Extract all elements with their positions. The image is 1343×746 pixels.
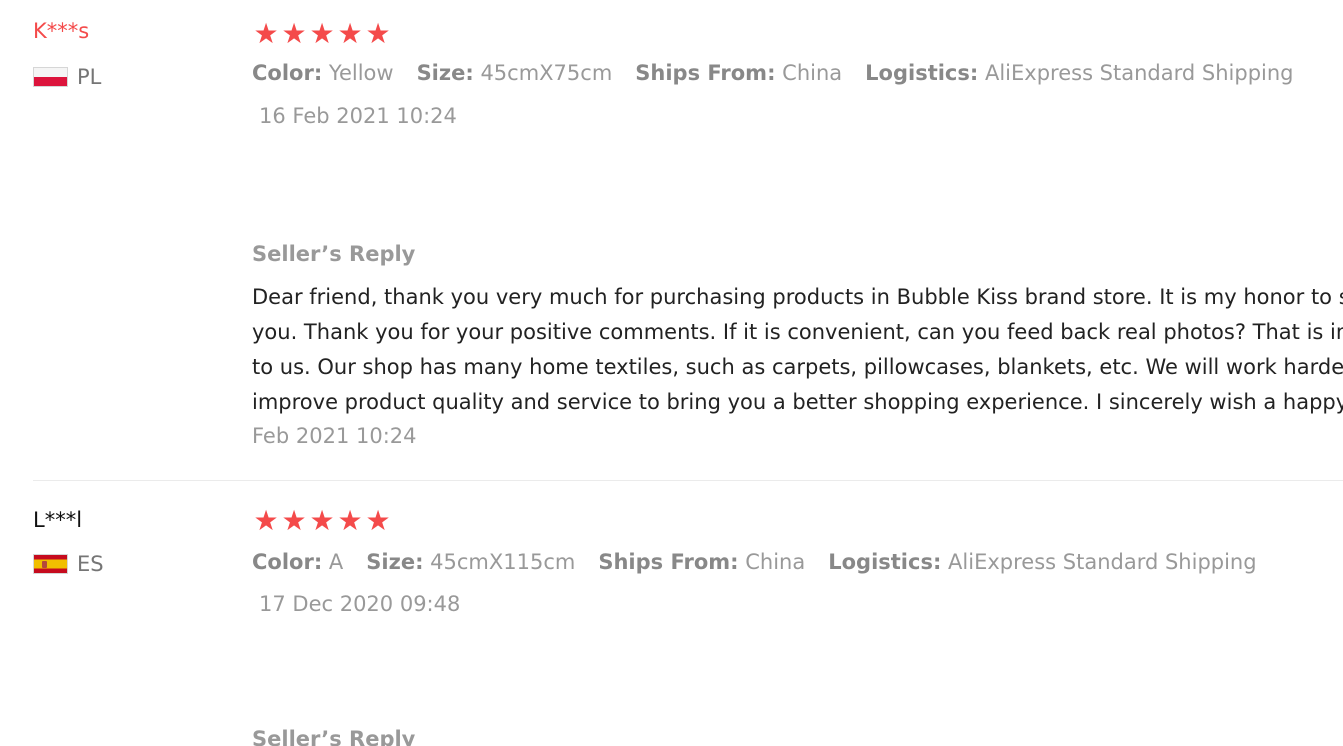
seller-reply-date: Feb 2021 10:24	[252, 424, 417, 448]
spain-flag-icon	[33, 554, 68, 574]
star-icon: ★	[309, 17, 335, 50]
reply-line: improve product quality and service to b…	[252, 390, 1343, 414]
country-code: ES	[77, 552, 104, 576]
review-date: 16 Feb 2021 10:24	[259, 104, 457, 128]
sku-logistics: Logistics: AliExpress Standard Shipping	[865, 58, 1293, 88]
star-icon: ★	[253, 17, 279, 50]
star-icon: ★	[365, 504, 391, 537]
sku-key: Ships From:	[598, 550, 739, 574]
sku-info: Color: A Size: 45cmX115cm Ships From: Ch…	[252, 547, 1280, 577]
star-icon: ★	[281, 504, 307, 537]
poland-flag-icon	[33, 67, 68, 87]
sku-key: Size:	[416, 61, 474, 85]
sku-key: Ships From:	[635, 61, 776, 85]
sku-logistics: Logistics: AliExpress Standard Shipping	[828, 547, 1256, 577]
star-rating: ★ ★ ★ ★ ★	[252, 20, 392, 48]
sku-value: A	[328, 550, 344, 574]
star-icon: ★	[281, 17, 307, 50]
sku-ships-from: Ships From: China	[598, 547, 805, 577]
seller-reply-title: Seller’s Reply	[252, 242, 416, 266]
sku-info: Color: Yellow Size: 45cmX75cm Ships From…	[252, 58, 1317, 88]
star-icon: ★	[365, 17, 391, 50]
review-item: L***l ES ★ ★ ★ ★ ★ Color: A Size: 45cmX1…	[0, 481, 1343, 746]
country-code: PL	[77, 65, 102, 89]
reply-line: you. Thank you for your positive comment…	[252, 320, 1343, 344]
sku-key: Logistics:	[865, 61, 979, 85]
star-icon: ★	[337, 504, 363, 537]
user-country: PL	[33, 65, 101, 89]
user-country: ES	[33, 552, 104, 576]
sku-value: China	[782, 61, 843, 85]
star-icon: ★	[309, 504, 335, 537]
sku-size: Size: 45cmX75cm	[417, 58, 613, 88]
sku-key: Size:	[366, 550, 424, 574]
sku-value: Yellow	[328, 61, 394, 85]
sku-key: Color:	[252, 61, 323, 85]
sku-value: 45cmX75cm	[480, 61, 613, 85]
feedback-list: K***s PL ★ ★ ★ ★ ★ Color: Yellow Size: 4…	[0, 0, 1343, 746]
review-date: 17 Dec 2020 09:48	[259, 592, 461, 616]
sku-value: AliExpress Standard Shipping	[984, 61, 1294, 85]
coat-of-arms-icon	[42, 561, 47, 568]
seller-reply-title: Seller’s Reply	[252, 727, 416, 746]
sku-value: China	[745, 550, 806, 574]
sku-key: Color:	[252, 550, 323, 574]
seller-reply-text: Dear friend, thank you very much for pur…	[252, 280, 1343, 420]
star-rating: ★ ★ ★ ★ ★	[252, 507, 392, 535]
user-name: L***l	[33, 508, 83, 532]
sku-size: Size: 45cmX115cm	[366, 547, 575, 577]
sku-color: Color: A	[252, 547, 343, 577]
reply-line: to us. Our shop has many home textiles, …	[252, 355, 1343, 379]
sku-color: Color: Yellow	[252, 58, 394, 88]
user-name: K***s	[33, 19, 90, 43]
sku-key: Logistics:	[828, 550, 942, 574]
sku-value: 45cmX115cm	[430, 550, 576, 574]
review-item: K***s PL ★ ★ ★ ★ ★ Color: Yellow Size: 4…	[0, 0, 1343, 480]
reply-line: Dear friend, thank you very much for pur…	[252, 285, 1343, 309]
star-icon: ★	[337, 17, 363, 50]
star-icon: ★	[253, 504, 279, 537]
sku-value: AliExpress Standard Shipping	[948, 550, 1257, 574]
sku-ships-from: Ships From: China	[635, 58, 842, 88]
